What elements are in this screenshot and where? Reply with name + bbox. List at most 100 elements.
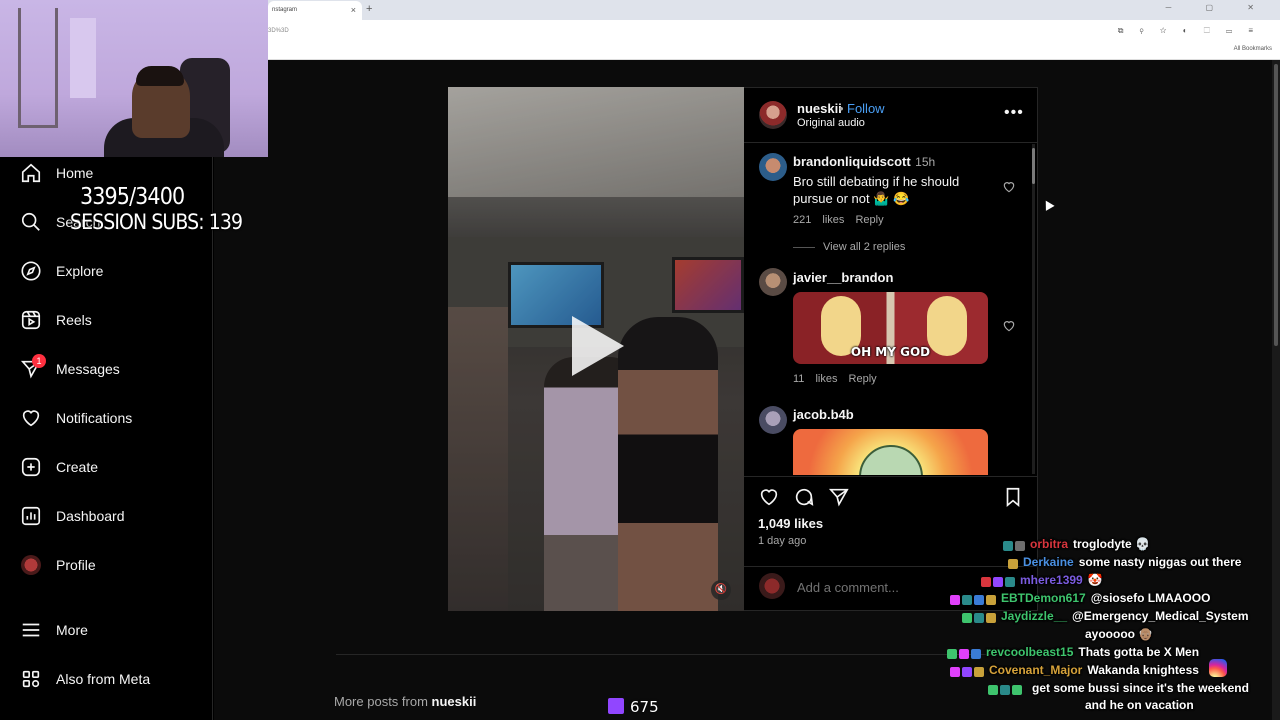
chat-badges	[950, 664, 986, 678]
sidebar-item-label: Notifications	[56, 410, 133, 426]
chat-badges	[1008, 556, 1020, 570]
comment-like-icon[interactable]	[1002, 180, 1016, 194]
share-icon[interactable]	[828, 486, 850, 508]
comment-avatar[interactable]	[759, 406, 787, 434]
current-user-avatar	[759, 573, 785, 599]
chat-username: EBTDemon617	[1001, 591, 1086, 605]
comment-icon[interactable]	[793, 486, 815, 508]
chat-username: Covenant_Major	[989, 663, 1083, 677]
bookmarks-bar	[268, 42, 1280, 60]
chat-message: get some bussi since it's the weekend	[988, 681, 1249, 696]
sidebar-item-home[interactable]: Home	[20, 160, 93, 186]
chat-username: orbitra	[1030, 537, 1069, 551]
instagram-logo-icon	[1209, 659, 1227, 677]
home-icon	[20, 162, 42, 184]
sidebar-item-create[interactable]: Create	[20, 454, 98, 480]
chat-badge-icon	[986, 612, 996, 623]
chat-badges	[950, 592, 998, 606]
url-text[interactable]: 3D%3D	[268, 28, 289, 34]
post-time: 1 day ago	[758, 535, 807, 547]
chat-message: Jaydizzle__ @Emergency_Medical_System	[962, 609, 1249, 624]
sidebar-item-profile[interactable]: Profile	[20, 552, 96, 578]
sidebar-item-dashboard[interactable]: Dashboard	[20, 503, 125, 529]
chat-badge-icon	[974, 666, 984, 677]
comments-scrollbar-thumb[interactable]	[1032, 148, 1035, 184]
all-bookmarks-button[interactable]: All Bookmarks	[1234, 46, 1272, 52]
streamer-hair	[136, 66, 184, 86]
page-scrollbar-thumb[interactable]	[1274, 64, 1278, 346]
sidebar-item-explore[interactable]: Explore	[20, 258, 103, 284]
comment-username[interactable]: jacob.b4b	[793, 407, 854, 422]
header-divider	[744, 142, 1037, 143]
comments-scrollbar[interactable]	[1032, 144, 1035, 474]
original-audio-link[interactable]: Original audio	[797, 117, 865, 129]
chat-message: ayooooo 👴🏽	[1077, 627, 1153, 641]
more-options-icon[interactable]: •••	[1004, 104, 1024, 122]
session-subs-overlay: SESSION SUBS: 139	[70, 210, 243, 234]
mute-icon[interactable]: 🔇	[711, 580, 731, 600]
sidebar-item-label: Create	[56, 459, 99, 475]
browser-tab[interactable]: nstagram ×	[268, 1, 362, 20]
sidebar-item-label: More	[56, 622, 88, 638]
chat-badge-icon	[950, 666, 960, 677]
play-icon[interactable]	[572, 316, 624, 376]
browser-toolbar-icons[interactable]: ⧉ ⚲ ☆ ◐ ⬚ ▭ ≡	[1118, 26, 1260, 36]
sidebar-item-more[interactable]: More	[20, 617, 88, 643]
comment-meta[interactable]: 11 likes Reply	[793, 373, 877, 385]
meta-icon	[20, 668, 42, 690]
comment-meta[interactable]: 221 likes Reply	[793, 214, 1013, 226]
tab-close-icon[interactable]: ×	[351, 5, 356, 15]
browser-tab-bar	[268, 0, 1280, 20]
comment-time[interactable]: 15h	[915, 155, 935, 169]
post-author[interactable]: nueskii	[797, 101, 842, 116]
author-avatar[interactable]	[759, 101, 787, 129]
window-controls[interactable]: ─ ▢ ✕	[1166, 3, 1270, 12]
like-icon[interactable]	[758, 486, 780, 508]
comment-avatar[interactable]	[759, 153, 787, 181]
chat-badge-icon	[1008, 558, 1018, 569]
sidebar-item-label: Profile	[56, 557, 96, 573]
chat-text: troglodyte 💀	[1073, 537, 1150, 551]
heart-icon	[20, 407, 42, 429]
chat-text: @siosefo LMAAOOO	[1090, 591, 1211, 605]
chat-username: Jaydizzle__	[1001, 609, 1068, 623]
comment-gif[interactable]	[793, 429, 988, 475]
sidebar-item-label: Explore	[56, 263, 104, 279]
chat-message: EBTDemon617 @siosefo LMAAOOO	[950, 591, 1210, 606]
chat-badge-icon	[1003, 540, 1013, 551]
chat-badge-icon	[993, 576, 1003, 587]
sub-count-overlay: 675	[630, 698, 659, 716]
comment-like-icon[interactable]	[1002, 319, 1016, 333]
view-replies-button[interactable]: View all 2 replies	[823, 241, 905, 253]
search-icon	[20, 211, 42, 233]
chat-badges	[981, 574, 1017, 588]
sidebar-item-label: Reels	[56, 312, 92, 328]
follow-button[interactable]: Follow	[847, 101, 885, 116]
sidebar-item-also-from-meta[interactable]: Also from Meta	[20, 666, 150, 692]
chat-text: @Emergency_Medical_System	[1072, 609, 1249, 623]
comment-text: Bro still debating if he should pursue o…	[793, 174, 960, 206]
plus-square-icon	[20, 456, 42, 478]
comment-avatar[interactable]	[759, 268, 787, 296]
sidebar-item-label: Also from Meta	[56, 671, 151, 687]
reels-icon	[20, 309, 42, 331]
sidebar-item-notifications[interactable]: Notifications	[20, 405, 132, 431]
chat-badge-icon	[971, 648, 981, 659]
compass-icon	[20, 260, 42, 282]
new-tab-icon[interactable]: +	[366, 3, 372, 15]
door	[70, 18, 96, 98]
chat-badge-icon	[962, 612, 972, 623]
save-icon[interactable]	[1002, 486, 1024, 508]
chat-username: revcoolbeast15	[986, 645, 1074, 659]
chat-badge-icon	[959, 648, 969, 659]
sidebar-item-reels[interactable]: Reels	[20, 307, 92, 333]
chat-badge-icon	[1015, 540, 1025, 551]
comment-username[interactable]: brandonliquidscott	[793, 154, 911, 169]
comment-username[interactable]: javier__brandon	[793, 270, 893, 285]
likes-count[interactable]: 1,049 likes	[758, 516, 823, 531]
sidebar-item-label: Messages	[56, 361, 120, 377]
gif-caption: OH MY GOD	[850, 345, 931, 359]
more-posts-user[interactable]: nueskii	[432, 694, 477, 709]
chat-badges	[988, 682, 1024, 696]
chat-badge-icon	[981, 576, 991, 587]
